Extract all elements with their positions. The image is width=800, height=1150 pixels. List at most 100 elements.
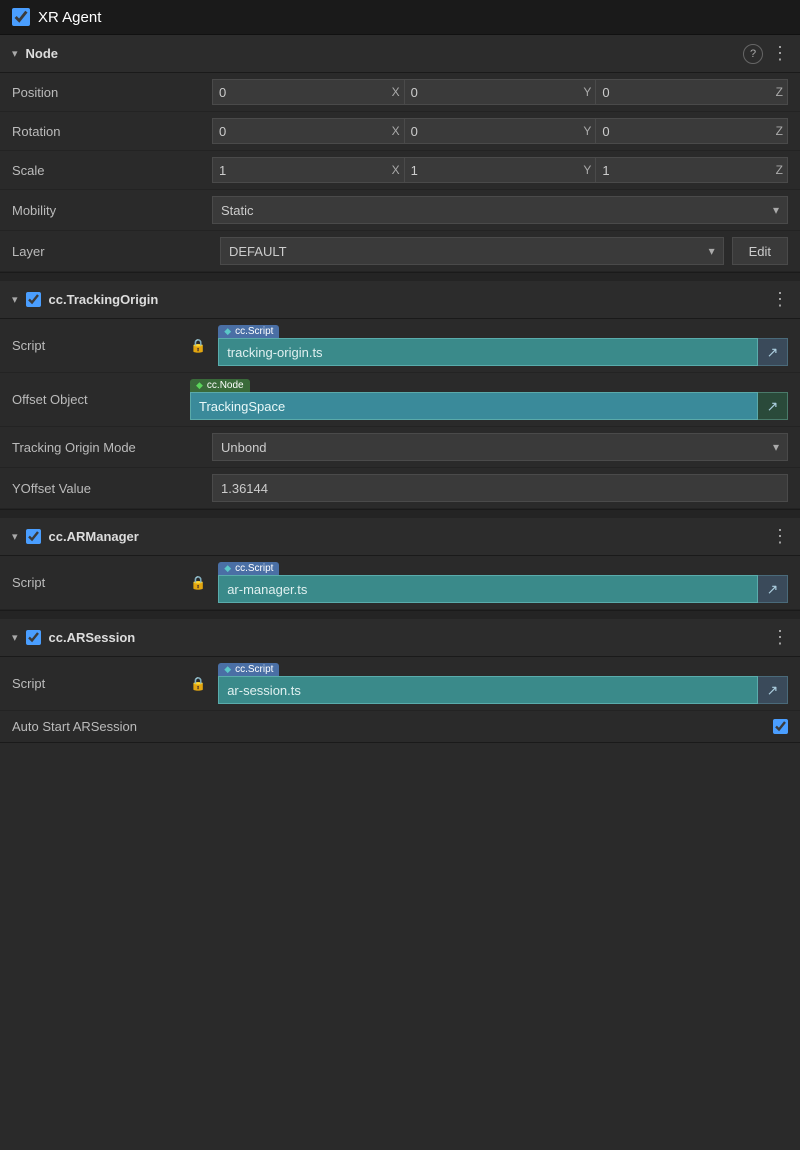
position-z-field: Z (596, 79, 788, 105)
header-bar: XR Agent (0, 0, 800, 35)
tracking-origin-header: ▾ cc.TrackingOrigin ⋮ (0, 281, 800, 319)
mobility-row: Mobility Static ▾ (0, 190, 800, 231)
node-dots-icon[interactable]: ⋮ (771, 43, 788, 64)
layer-row: Layer DEFAULT ▾ Edit (0, 231, 800, 272)
ar-manager-script-value: ar-manager.ts (227, 582, 307, 597)
scale-x-field: X (212, 157, 405, 183)
tracking-origin-mode-arrow-icon: ▾ (773, 440, 779, 454)
mobility-arrow-icon: ▾ (773, 203, 779, 217)
layer-arrow-icon: ▾ (709, 244, 715, 258)
scale-xyz: X Y Z (212, 157, 788, 183)
spacer-3 (0, 611, 800, 619)
spacer-1 (0, 273, 800, 281)
tracking-origin-script-field: tracking-origin.ts (218, 338, 758, 366)
tracking-origin-script-arrow-button[interactable]: ↗ (758, 338, 788, 366)
offset-object-label: Offset Object (12, 392, 182, 407)
scale-x-input[interactable] (213, 163, 390, 178)
ar-session-tag-text: cc.Script (235, 664, 273, 675)
tracking-origin-script-label: Script (12, 338, 182, 353)
ar-manager-diamond-icon: ◆ (224, 563, 231, 574)
ar-manager-checkbox[interactable] (26, 529, 41, 544)
mobility-dropdown[interactable]: Static ▾ (212, 196, 788, 224)
tracking-origin-script-value: tracking-origin.ts (227, 345, 322, 360)
header-checkbox[interactable] (12, 8, 30, 26)
offset-object-value: TrackingSpace (199, 399, 285, 414)
ar-manager-script-field: ar-manager.ts (218, 575, 758, 603)
tracking-origin-tag-text: cc.Script (235, 326, 273, 337)
position-label: Position (12, 85, 212, 100)
auto-start-checkbox[interactable] (773, 719, 788, 734)
rotation-y-input[interactable] (405, 124, 582, 139)
ar-session-script-wrapper: ar-session.ts ↗ (218, 676, 788, 704)
layer-edit-button[interactable]: Edit (732, 237, 788, 265)
node-section-header: ▾ Node ? ⋮ (0, 35, 800, 73)
ar-manager-script-arrow-button[interactable]: ↗ (758, 575, 788, 603)
layer-label: Layer (12, 244, 212, 259)
offset-object-wrapper: TrackingSpace ↗ (190, 392, 788, 420)
rotation-x-input[interactable] (213, 124, 390, 139)
node-help-icon[interactable]: ? (743, 44, 763, 64)
ar-session-script-tag: ◆ cc.Script ar-session.ts ↗ (218, 663, 788, 704)
ar-manager-section: ▾ cc.ARManager ⋮ Script 🔒 ◆ cc.Script ar… (0, 518, 800, 611)
auto-start-label: Auto Start ARSession (12, 719, 765, 734)
ar-manager-chevron-icon[interactable]: ▾ (12, 530, 18, 543)
tracking-origin-chevron-icon[interactable]: ▾ (12, 293, 18, 306)
tracking-origin-script-wrapper: tracking-origin.ts ↗ (218, 338, 788, 366)
tracking-origin-dots-icon[interactable]: ⋮ (771, 289, 788, 310)
tracking-origin-mode-dropdown[interactable]: Unbond ▾ (212, 433, 788, 461)
tracking-origin-script-tag: ◆ cc.Script tracking-origin.ts ↗ (218, 325, 788, 366)
rotation-x-field: X (212, 118, 405, 144)
scale-y-input[interactable] (405, 163, 582, 178)
spacer-2 (0, 510, 800, 518)
position-y-input[interactable] (405, 85, 582, 100)
scale-z-input[interactable] (596, 163, 773, 178)
ar-manager-title: cc.ARManager (49, 529, 139, 544)
position-x-field: X (212, 79, 405, 105)
scale-y-label: Y (581, 163, 595, 177)
ar-session-cc-script-tag: ◆ cc.Script (218, 663, 279, 676)
offset-object-field: TrackingSpace (190, 392, 758, 420)
scale-z-field: Z (596, 157, 788, 183)
ar-manager-script-row: Script 🔒 ◆ cc.Script ar-manager.ts ↗ (0, 556, 800, 610)
rotation-row: Rotation X Y Z (0, 112, 800, 151)
ar-session-script-row: Script 🔒 ◆ cc.Script ar-session.ts ↗ (0, 657, 800, 711)
tracking-origin-lock-icon: 🔒 (190, 338, 206, 354)
header-title: XR Agent (38, 9, 101, 26)
layer-dropdown[interactable]: DEFAULT ▾ (220, 237, 724, 265)
position-z-input[interactable] (596, 85, 773, 100)
scale-row: Scale X Y Z (0, 151, 800, 190)
node-header-left: ▾ Node (12, 46, 735, 61)
ar-session-dots-icon[interactable]: ⋮ (771, 627, 788, 648)
yoffset-input[interactable] (212, 474, 788, 502)
position-xyz: X Y Z (212, 79, 788, 105)
layer-value: DEFAULT (229, 244, 709, 259)
position-y-label: Y (581, 85, 595, 99)
offset-tag-text: cc.Node (207, 380, 244, 391)
position-y-field: Y (405, 79, 597, 105)
node-chevron-icon[interactable]: ▾ (12, 47, 18, 60)
rotation-z-input[interactable] (596, 124, 773, 139)
ar-manager-lock-icon: 🔒 (190, 575, 206, 591)
ar-session-script-arrow-button[interactable]: ↗ (758, 676, 788, 704)
ar-session-diamond-icon: ◆ (224, 664, 231, 675)
ar-session-checkbox[interactable] (26, 630, 41, 645)
ar-manager-script-wrapper: ar-manager.ts ↗ (218, 575, 788, 603)
tracking-origin-script-row: Script 🔒 ◆ cc.Script tracking-origin.ts … (0, 319, 800, 373)
mobility-label: Mobility (12, 203, 212, 218)
tracking-origin-diamond-icon: ◆ (224, 326, 231, 337)
position-x-input[interactable] (213, 85, 390, 100)
ar-manager-script-label: Script (12, 575, 182, 590)
tracking-origin-mode-value: Unbond (221, 440, 773, 455)
ar-manager-cc-script-tag: ◆ cc.Script (218, 562, 279, 575)
ar-session-chevron-icon[interactable]: ▾ (12, 631, 18, 644)
node-section-title: Node (26, 46, 59, 61)
scale-label: Scale (12, 163, 212, 178)
offset-object-cc-node-tag: ◆ cc.Node (190, 379, 250, 392)
offset-object-row: Offset Object ◆ cc.Node TrackingSpace ↗ (0, 373, 800, 427)
node-header-right: ? ⋮ (743, 43, 788, 64)
tracking-origin-header-right: ⋮ (771, 289, 788, 310)
tracking-origin-cc-script-tag: ◆ cc.Script (218, 325, 279, 338)
ar-manager-dots-icon[interactable]: ⋮ (771, 526, 788, 547)
tracking-origin-checkbox[interactable] (26, 292, 41, 307)
offset-object-arrow-button[interactable]: ↗ (758, 392, 788, 420)
